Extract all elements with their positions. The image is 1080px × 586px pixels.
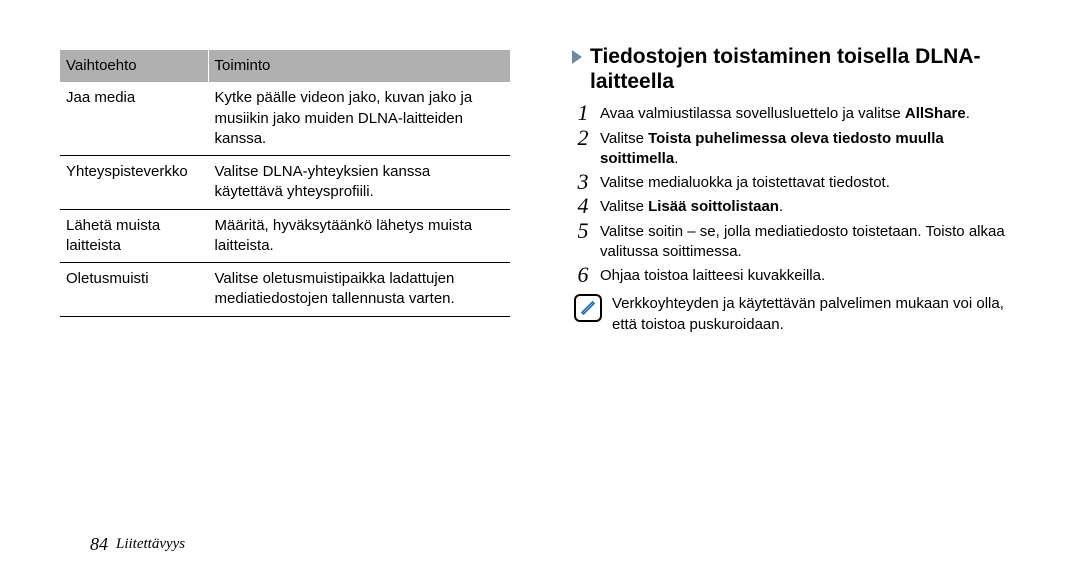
note-icon	[574, 294, 602, 322]
step-5: 5 Valitse soitin – se, jolla mediatiedos…	[574, 222, 1020, 263]
page-number: 84	[90, 532, 108, 556]
heading-text: Tiedostojen toistaminen toisella DLNA-la…	[590, 44, 1020, 94]
step-1: 1 Avaa valmiustilassa sovellusluettelo j…	[574, 104, 1020, 124]
desc-0: Kytke päälle videon jako, kuvan jako ja …	[208, 82, 510, 155]
step-3: 3 Valitse medialuokka ja toistettavat ti…	[574, 173, 1020, 193]
step-text: Ohjaa toistoa laitteesi kuvakkeilla.	[600, 266, 1020, 286]
desc-3: Valitse oletusmuistipaikka ladattujen me…	[208, 263, 510, 317]
step-text: Avaa valmiustilassa sovellusluettelo ja …	[600, 104, 1020, 124]
section-heading: Tiedostojen toistaminen toisella DLNA-la…	[570, 44, 1020, 94]
table-row: Lähetä muista laitteista Määritä, hyväks…	[60, 209, 510, 263]
step-text: Valitse Toista puhelimessa oleva tiedost…	[600, 129, 1020, 170]
opt-3: Oletusmuisti	[60, 263, 208, 317]
step-number: 5	[574, 220, 592, 242]
opt-0: Jaa media	[60, 82, 208, 155]
step-number: 6	[574, 264, 592, 286]
section-name: Liitettävyys	[116, 534, 185, 554]
step-number: 3	[574, 171, 592, 193]
step-text: Valitse Lisää soittolistaan.	[600, 197, 1020, 217]
step-6: 6 Ohjaa toistoa laitteesi kuvakkeilla.	[574, 266, 1020, 286]
step-number: 4	[574, 195, 592, 217]
desc-2: Määritä, hyväksytäänkö lähetys muista la…	[208, 209, 510, 263]
step-2: 2 Valitse Toista puhelimessa oleva tiedo…	[574, 129, 1020, 170]
instructions-column: Tiedostojen toistaminen toisella DLNA-la…	[570, 50, 1020, 512]
table-row: Jaa media Kytke päälle videon jako, kuva…	[60, 82, 510, 155]
header-function: Toiminto	[208, 50, 510, 82]
page-footer: 84 Liitettävyys	[90, 532, 1020, 556]
table-row: Yhteyspisteverkko Valitse DLNA-yhteyksie…	[60, 156, 510, 210]
step-4: 4 Valitse Lisää soittolistaan.	[574, 197, 1020, 217]
step-text: Valitse soitin – se, jolla mediatiedosto…	[600, 222, 1020, 263]
note-block: Verkkoyhteyden ja käytettävän palvelimen…	[574, 294, 1020, 335]
options-table-container: Vaihtoehto Toiminto Jaa media Kytke pääl…	[60, 50, 510, 512]
step-number: 2	[574, 127, 592, 149]
note-text: Verkkoyhteyden ja käytettävän palvelimen…	[612, 294, 1020, 335]
desc-1: Valitse DLNA-yhteyksien kanssa käytettäv…	[208, 156, 510, 210]
chevron-right-icon	[570, 50, 584, 64]
header-option: Vaihtoehto	[60, 50, 208, 82]
step-number: 1	[574, 102, 592, 124]
opt-1: Yhteyspisteverkko	[60, 156, 208, 210]
opt-2: Lähetä muista laitteista	[60, 209, 208, 263]
step-text: Valitse medialuokka ja toistettavat tied…	[600, 173, 1020, 193]
table-header-row: Vaihtoehto Toiminto	[60, 50, 510, 82]
table-row: Oletusmuisti Valitse oletusmuistipaikka …	[60, 263, 510, 317]
options-table: Vaihtoehto Toiminto Jaa media Kytke pääl…	[60, 50, 510, 317]
